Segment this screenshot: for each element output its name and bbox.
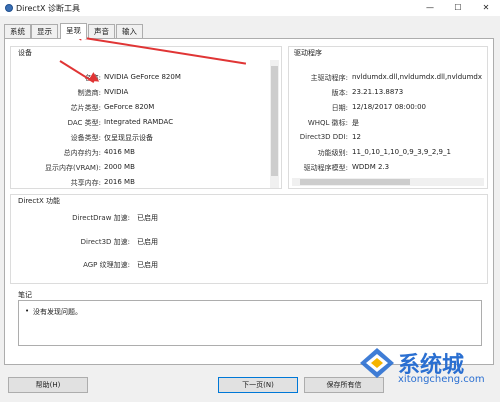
shared-memory-label: 共享内存: [70, 179, 101, 187]
vram-label: 显示内存(VRAM): [44, 164, 101, 172]
chip-type-label: 芯片类型: [70, 104, 101, 112]
maximize-icon[interactable]: ☐ [444, 0, 472, 16]
total-memory-label: 总内存约为: [63, 149, 101, 157]
driver-version-label: 版本: [331, 89, 348, 97]
close-icon[interactable]: ✕ [472, 0, 500, 16]
directdraw-accel-value: 已启用 [137, 214, 158, 222]
drivers-horizontal-scrollbar[interactable] [292, 178, 484, 186]
directx-app-icon [5, 4, 13, 12]
d3d-ddi-value: 12 [352, 133, 361, 141]
main-driver-label: 主驱动程序: [310, 74, 348, 82]
driver-model-label: 驱动程序模型: [303, 164, 348, 172]
device-type-label: 设备类型: [70, 134, 101, 142]
directdraw-accel-label: DirectDraw 加速: [72, 214, 130, 222]
driver-model-value: WDDM 2.3 [352, 163, 390, 171]
driver-date-label: 日期: [331, 104, 348, 112]
window-title: DirectX 诊断工具 [16, 4, 80, 13]
notes-label: 笔记 [18, 291, 32, 299]
driver-version-value: 23.21.13.8873 [352, 88, 404, 96]
manufacturer-label: 制造商: [77, 89, 101, 97]
drivers-scrollbar-thumb[interactable] [300, 179, 410, 185]
driver-date-value: 12/18/2017 08:00:00 [352, 103, 427, 111]
tab-input[interactable]: 输入 [116, 24, 143, 38]
tab-sound[interactable]: 声音 [88, 24, 115, 38]
d3d-ddi-label: Direct3D DDI: [299, 133, 348, 141]
feature-levels-value: 11_0,10_1,10_0,9_3,9_2,9_1 [352, 148, 451, 156]
shared-memory-value: 2016 MB [104, 178, 135, 186]
notes-box[interactable]: • 没有发现问题。 [18, 300, 482, 346]
next-page-button[interactable]: 下一页(N) [218, 377, 298, 393]
tab-render[interactable]: 呈现 [60, 23, 87, 39]
minimize-icon[interactable]: — [416, 0, 444, 16]
main-driver-value: nvldumdx.dll,nvldumdx.dll,nvldumdx.d [352, 73, 482, 81]
help-button[interactable]: 帮助(H) [8, 377, 88, 393]
agp-texture-accel-value: 已启用 [137, 261, 158, 269]
directx-features-label: DirectX 功能 [18, 197, 60, 205]
direct3d-accel-label: Direct3D 加速: [80, 238, 130, 246]
tab-display[interactable]: 显示 [31, 24, 58, 38]
title-bar: DirectX 诊断工具 — ☐ ✕ [0, 0, 500, 16]
agp-texture-accel-label: AGP 纹理加速: [83, 261, 130, 269]
watermark-url: xitongcheng.com [398, 374, 485, 385]
direct3d-accel-value: 已启用 [137, 238, 158, 246]
drivers-group-label: 驱动程序 [294, 49, 322, 57]
feature-levels-label: 功能级别: [317, 149, 348, 157]
notes-item: 没有发现问题。 [33, 308, 82, 316]
watermark-logo-icon [360, 348, 394, 378]
notes-bullet: • [25, 307, 30, 315]
whql-label: WHQL 徽标: [307, 119, 348, 127]
tab-system[interactable]: 系统 [4, 24, 31, 38]
dac-type-label: DAC 类型: [67, 119, 101, 127]
whql-value: 是 [352, 119, 359, 127]
device-group-label: 设备 [18, 49, 32, 57]
